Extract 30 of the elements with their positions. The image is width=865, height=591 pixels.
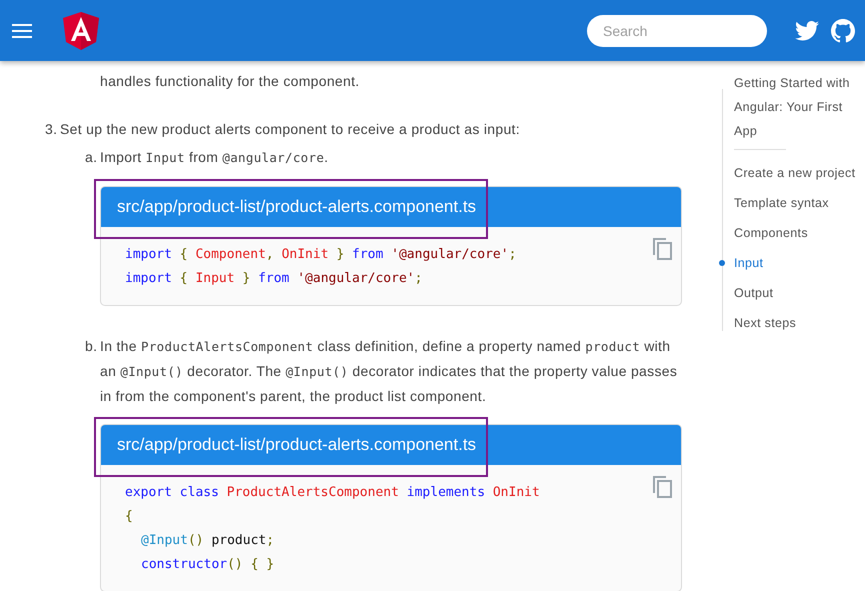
code-line: constructor() { } [140,556,276,574]
search-field[interactable]: Search [587,14,767,46]
code-line: export class ProductAlertsComponent implements OnInit [125,484,541,502]
bird-icon[interactable] [795,20,819,40]
code-line: @Input() product; [140,532,276,550]
list-marker: 3. [45,120,58,139]
cat-logo-icon[interactable] [831,18,855,42]
shield-logo-icon[interactable] [63,12,99,50]
file-path: src/app/product-list/product-alerts.component.ts [117,197,476,217]
toc-link[interactable]: Create a new project [734,158,854,188]
instruction-text: In the ProductAlertsComponent class definition, define a property named product with an @Input() decorator. The @Input() decorator indicates that the property value passes in from the component's parent, the product list component. [100,337,678,406]
toc-link[interactable]: Template syntax [734,188,854,218]
toc-link[interactable]: Next steps [734,308,854,338]
instruction-text: Set up the new product alerts component to receive a product as input: [60,120,520,139]
copy-icon[interactable] [653,476,673,498]
list-marker: b. [85,337,98,356]
toc-link[interactable]: Input [734,248,854,278]
active-dot-icon [719,260,725,266]
copy-icon[interactable] [653,238,673,260]
code-line: import { Component, OnInit } from '@angular/core'; [125,246,518,264]
file-path: src/app/product-list/product-alerts.component.ts [117,435,476,455]
toc-link[interactable]: Output [734,278,854,308]
list-marker: a. [85,148,98,167]
instruction-text: handles functionality for the component. [100,72,360,91]
menu-icon[interactable] [12,24,32,38]
toc-link[interactable]: Components [734,218,854,248]
toc-title[interactable]: Getting Started with Angular: Your First App [734,71,854,143]
code-line: { [125,508,134,526]
instruction-text: Import Input from @angular/core. [100,148,328,167]
code-line: import { Input } from '@angular/core'; [125,270,424,288]
